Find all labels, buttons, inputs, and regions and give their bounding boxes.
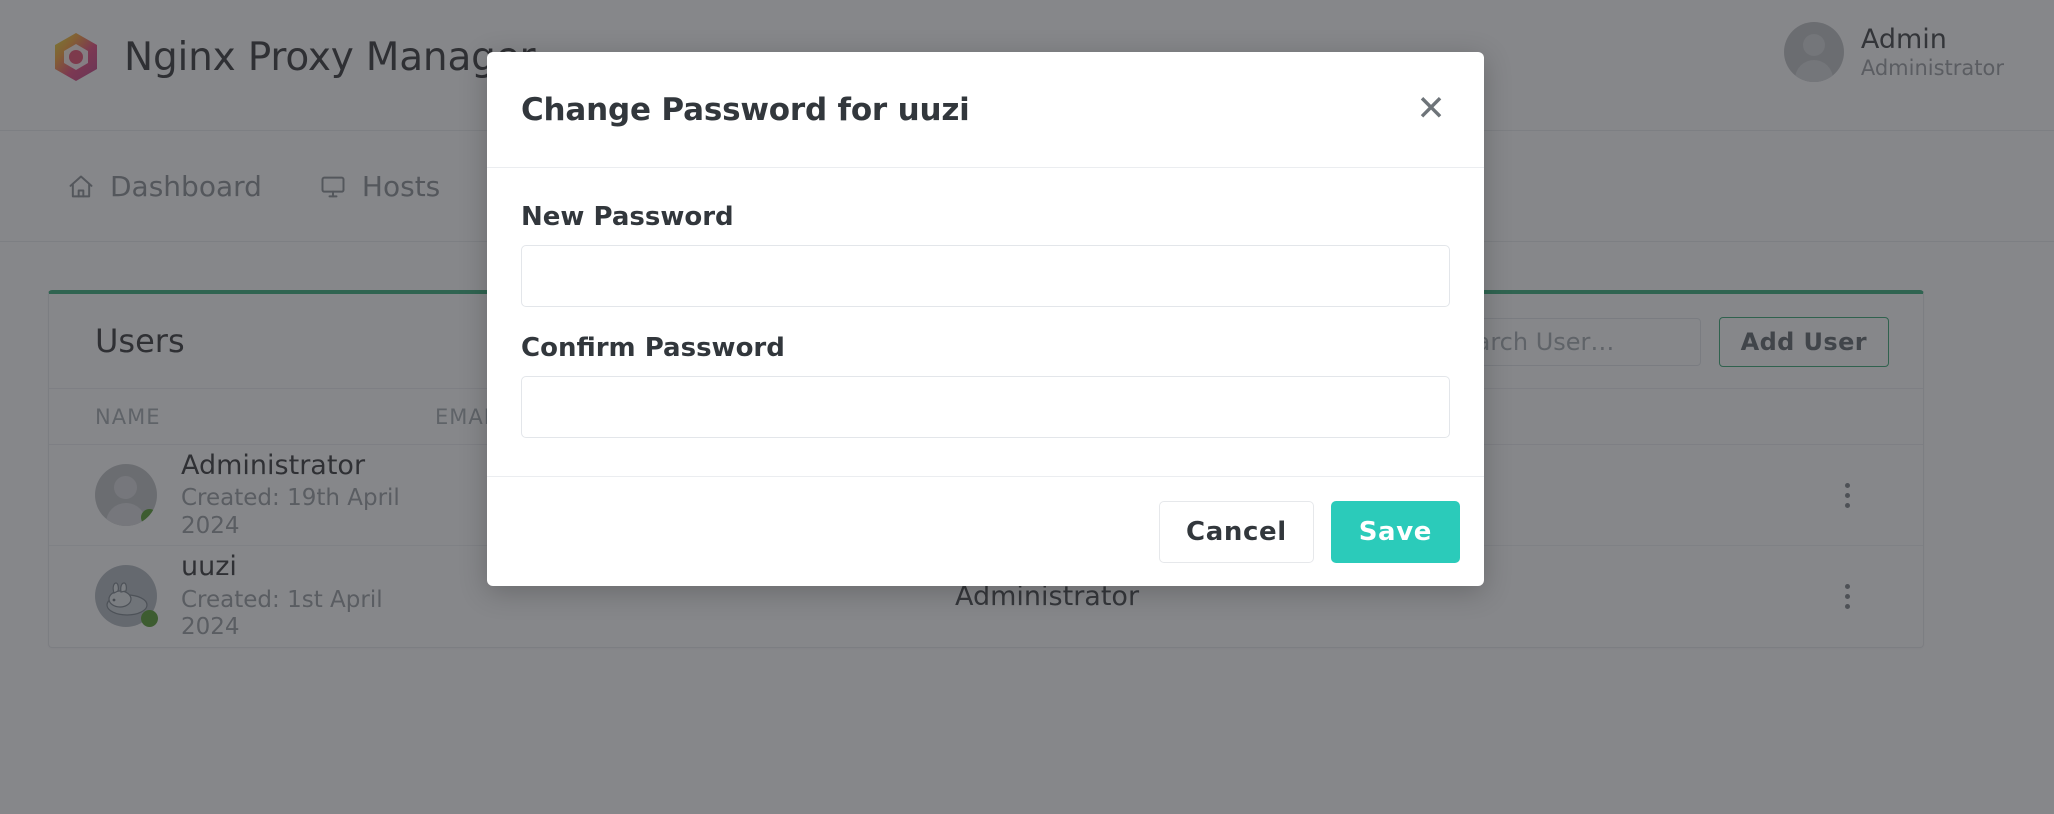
close-icon[interactable]: ✕ [1408, 87, 1454, 133]
save-button[interactable]: Save [1330, 500, 1460, 563]
confirm-password-label: Confirm Password [521, 333, 785, 363]
confirm-password-field-group: Confirm Password [521, 333, 1450, 438]
new-password-field-group: New Password [521, 202, 1450, 307]
new-password-input[interactable] [521, 245, 1450, 307]
modal-header: Change Password for uuzi ✕ [487, 52, 1484, 168]
confirm-password-input[interactable] [521, 376, 1450, 438]
modal-title: Change Password for uuzi [521, 91, 970, 128]
cancel-button[interactable]: Cancel [1159, 500, 1314, 563]
modal-footer: Cancel Save [487, 476, 1484, 586]
change-password-modal: Change Password for uuzi ✕ New Password … [487, 52, 1484, 586]
modal-body: New Password Confirm Password [487, 168, 1484, 476]
new-password-label: New Password [521, 202, 734, 232]
